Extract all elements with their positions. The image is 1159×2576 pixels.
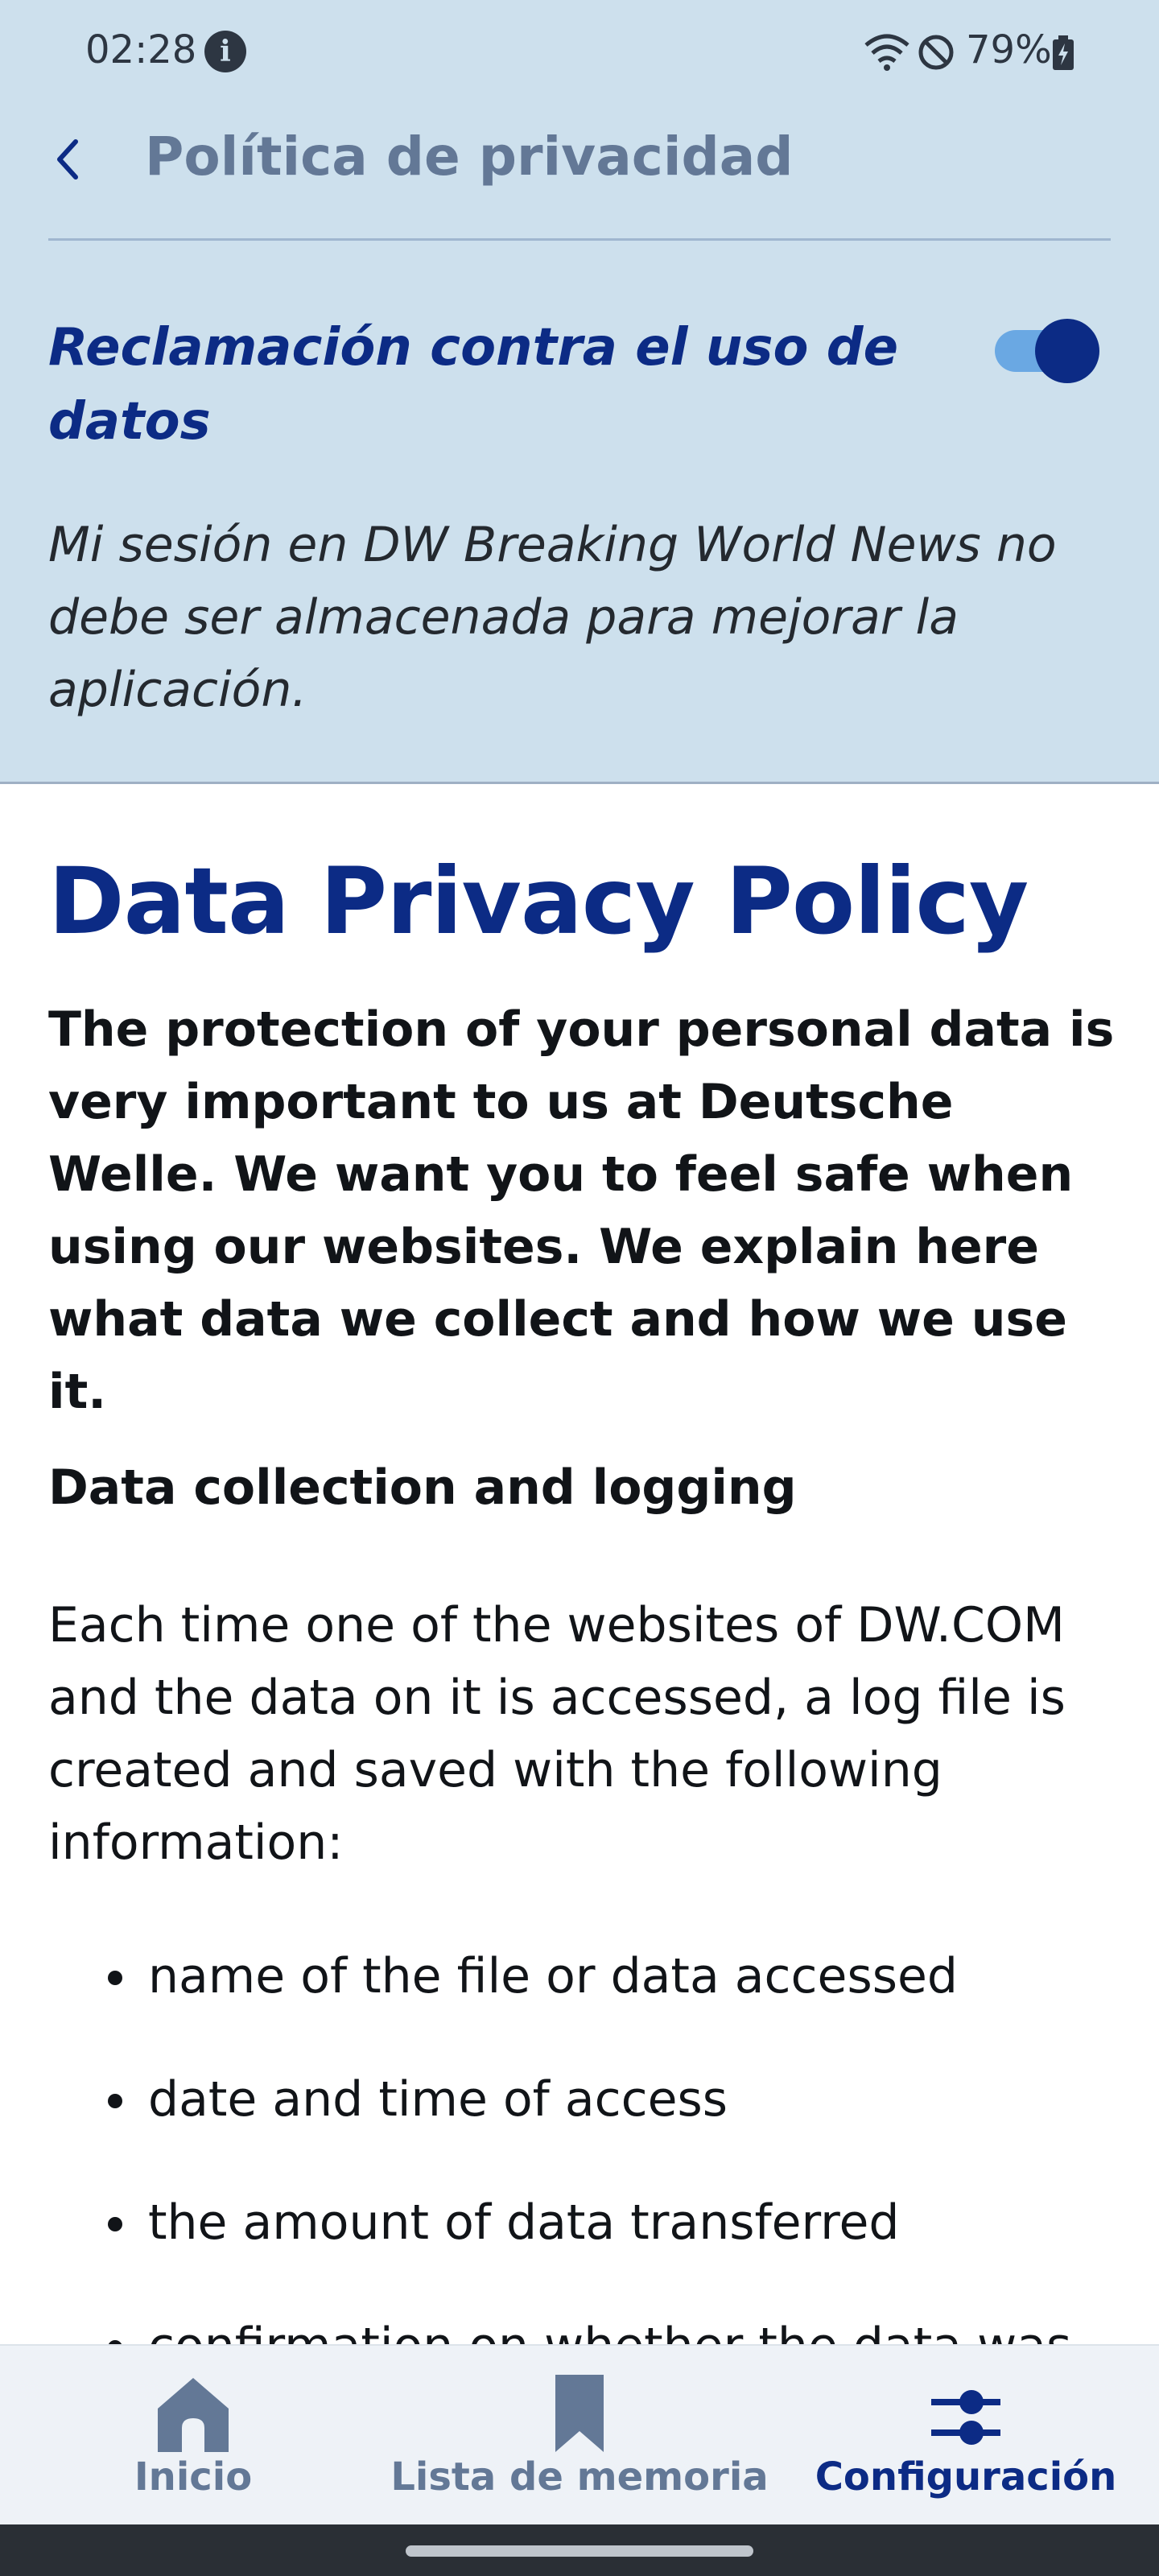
- page-title: Política de privacidad: [145, 126, 794, 188]
- nav-label: Inicio: [134, 2454, 253, 2500]
- data-claim-title: Reclamación contra el uso de datos: [48, 318, 898, 452]
- nav-item-inicio[interactable]: Inicio: [0, 2346, 386, 2526]
- nav-item-lista-de-memoria[interactable]: Lista de memoria: [386, 2346, 773, 2526]
- data-claim-toggle[interactable]: [990, 319, 1103, 383]
- info-icon: i: [204, 31, 246, 72]
- list-item: name of the file or data accessed: [48, 1940, 1119, 2013]
- battery-percent: 79%: [966, 27, 1052, 72]
- section-heading: Data collection and logging: [48, 1459, 797, 1516]
- sliders-icon: [931, 2390, 1000, 2445]
- bottom-navigation: Inicio Lista de memoria Configuración: [0, 2344, 1159, 2524]
- do-not-disturb-icon: [918, 35, 954, 70]
- nav-label: Configuración: [815, 2454, 1117, 2500]
- battery-charging-icon: [1053, 35, 1074, 70]
- bookmark-icon: [555, 2375, 604, 2452]
- home-icon: [158, 2378, 229, 2452]
- data-claim-description: Mi sesión en DW Breaking World News no d…: [48, 517, 1057, 718]
- status-time: 02:28: [85, 27, 197, 72]
- toggle-thumb: [1035, 319, 1099, 383]
- list-item: date and time of access: [48, 2063, 1119, 2136]
- section-body: Each time one of the websites of DW.COM …: [48, 1597, 1066, 1871]
- wifi-icon: [864, 34, 909, 71]
- nav-item-configuracion[interactable]: Configuración: [773, 2346, 1159, 2526]
- policy-intro: The protection of your personal data is …: [48, 1001, 1115, 1420]
- status-bar: 02:28 i 79%: [0, 0, 1159, 105]
- nav-label: Lista de memoria: [390, 2454, 769, 2500]
- policy-content: Data Privacy Policy The protection of yo…: [48, 845, 1119, 2505]
- chevron-left-icon: [57, 139, 78, 180]
- app-bar: Política de privacidad: [0, 105, 1159, 241]
- settings-header-area: 02:28 i 79% Política de privacidad Recla…: [0, 0, 1159, 784]
- home-gesture-handle[interactable]: [406, 2545, 753, 2557]
- app-bar-divider: [48, 238, 1111, 241]
- system-gesture-bar: [0, 2524, 1159, 2576]
- policy-title: Data Privacy Policy: [48, 848, 1029, 955]
- back-button[interactable]: [42, 127, 93, 192]
- list-item: the amount of data transferred: [48, 2186, 1119, 2259]
